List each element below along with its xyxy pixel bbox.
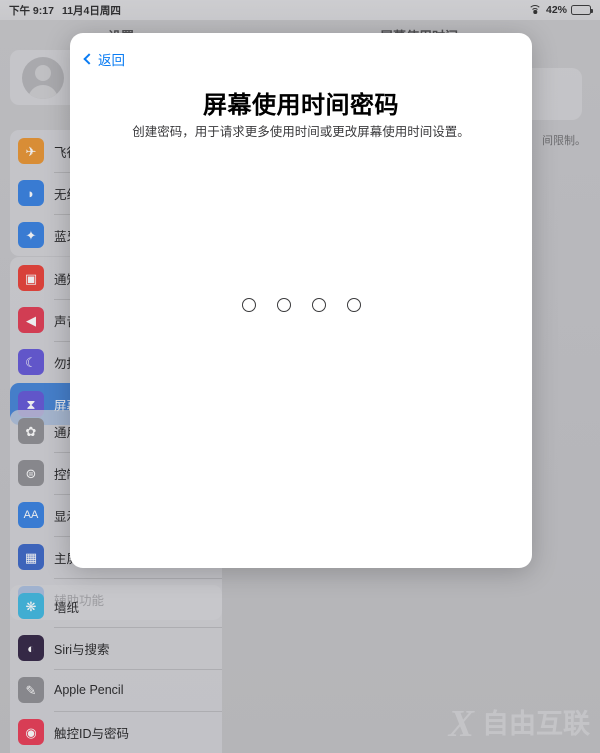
status-time: 下午 9:17: [9, 4, 54, 17]
passcode-dot: [311, 298, 326, 312]
chevron-left-icon: [83, 53, 95, 65]
wifi-icon: [528, 5, 542, 15]
ipad-screen: 下午 9:17 11月4日周四 42% ✈飞行模式◗无线局域网✦蓝牙 ▣通知◀声…: [0, 0, 600, 753]
passcode-dot: [241, 298, 256, 312]
passcode-dot: [276, 298, 291, 312]
status-bar: 下午 9:17 11月4日周四 42%: [0, 0, 600, 20]
battery-icon: [571, 5, 594, 15]
screen-time-passcode-modal: 返回 屏幕使用时间密码 创建密码，用于请求更多使用时间或更改屏幕使用时间设置。: [70, 33, 532, 568]
battery-percent-label: 42%: [545, 4, 567, 16]
page-title: 屏幕使用时间密码: [203, 92, 399, 119]
back-button[interactable]: 返回: [81, 47, 129, 71]
status-date: 11月4日周四: [61, 4, 121, 17]
passcode-dot: [346, 298, 361, 312]
passcode-input[interactable]: [70, 298, 532, 312]
status-bar-right: 42%: [528, 4, 594, 16]
back-button-label: 返回: [98, 53, 125, 68]
status-bar-left: 下午 9:17 11月4日周四: [9, 3, 121, 18]
page-subtitle: 创建密码，用于请求更多使用时间或更改屏幕使用时间设置。: [132, 125, 470, 139]
